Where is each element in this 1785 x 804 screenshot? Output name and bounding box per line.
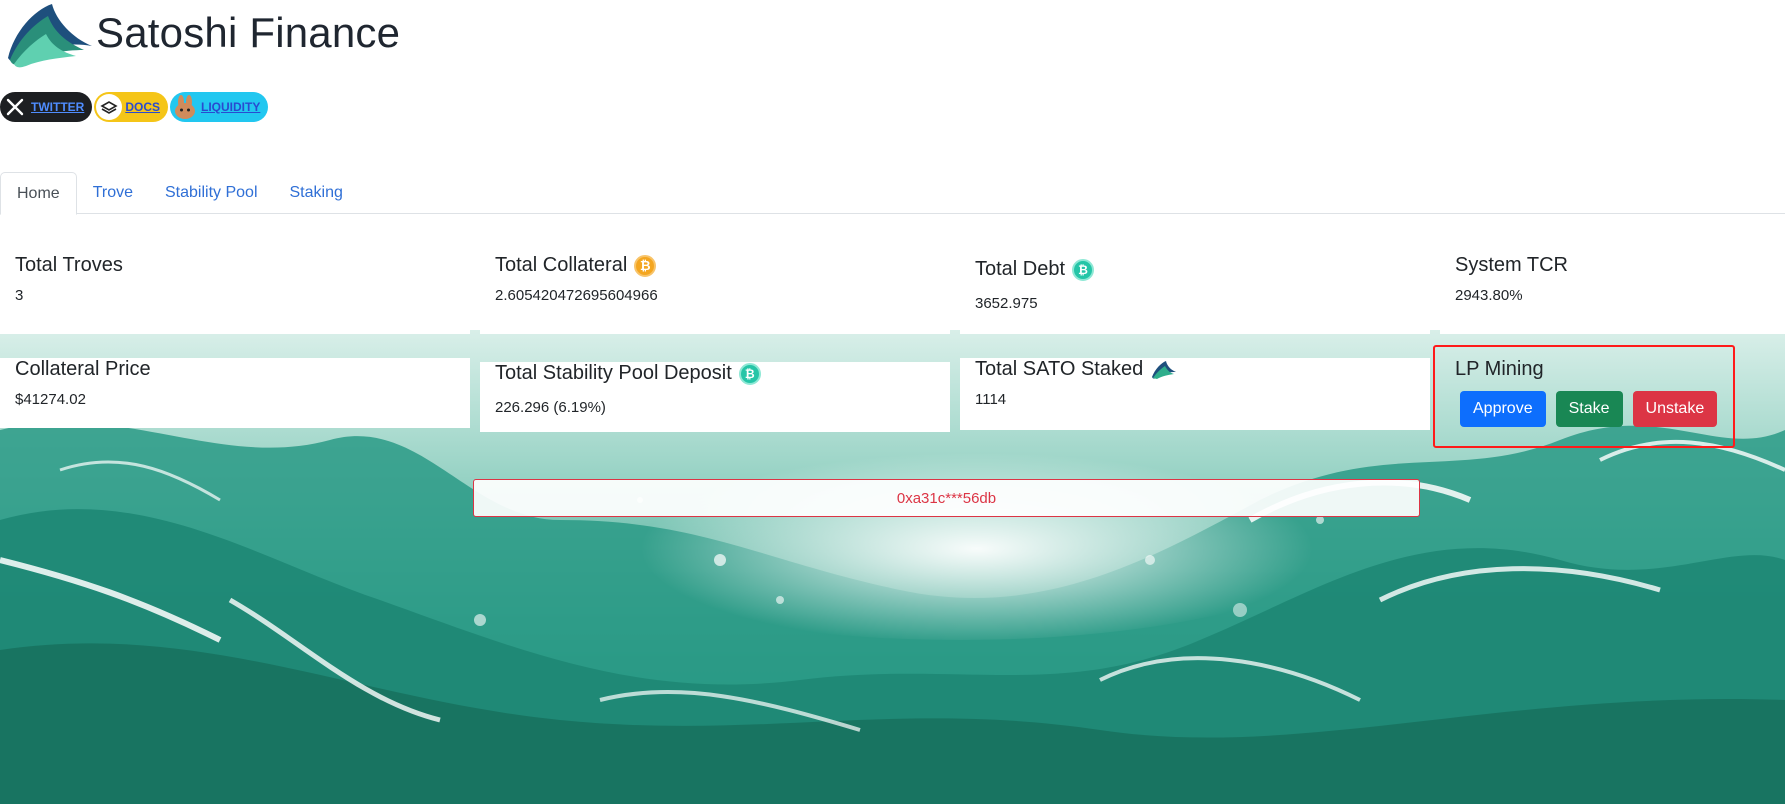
bitcoin-coin-icon: ₿ [634,254,657,277]
social-links: TWITTER DOCS LIQUIDITY [0,92,269,122]
x-logo-icon [2,94,28,120]
stat-system-tcr: System TCR 2943.80% [1440,254,1785,334]
stat-title: Total Stability Pool Deposit [495,362,732,384]
twitter-link[interactable]: TWITTER [0,92,93,122]
stat-title: Total Collateral [495,254,628,276]
pancakeswap-bunny-icon [172,94,198,120]
stat-value: 1114 [975,391,1007,408]
stat-value: 2943.80% [1455,287,1523,304]
tab-staking[interactable]: Staking [274,172,359,214]
satoshi-finance-logo-icon [8,4,92,68]
stat-value: 226.296 (6.19%) [495,399,606,416]
tab-home[interactable]: Home [0,172,77,215]
stat-title: Total Troves [15,254,123,276]
stat-title: Total SATO Staked [975,358,1144,380]
tab-trove[interactable]: Trove [77,172,149,214]
lp-mining-section: LP Mining Approve Stake Unstake [1440,358,1732,444]
stat-value: 3 [15,287,24,304]
stat-value: 3652.975 [975,295,1038,312]
liquidity-label: LIQUIDITY [201,100,261,114]
sat-stablecoin-icon: ₿ [1072,258,1095,281]
liquidity-link[interactable]: LIQUIDITY [170,92,269,122]
approve-button[interactable]: Approve [1460,391,1546,427]
stat-value: 2.605420472695604966 [495,287,658,304]
brand: Satoshi Finance [4,2,400,68]
tab-stability-pool[interactable]: Stability Pool [149,172,274,214]
stat-sato-staked: Total SATO Staked 1114 [960,358,1430,430]
wallet-address-button[interactable]: 0xa31c***56db [473,479,1420,517]
stat-collateral-price: Collateral Price $41274.02 [0,358,470,428]
lp-mining-title: LP Mining [1455,358,1544,380]
docs-link[interactable]: DOCS [94,92,168,122]
stat-title: System TCR [1455,254,1568,276]
stat-stability-pool-deposit: Total Stability Pool Deposit ₿ 226.296 (… [480,362,950,432]
sato-logo-icon [1152,360,1177,379]
twitter-label: TWITTER [31,100,85,114]
lp-mining-actions: Approve Stake Unstake [1460,391,1732,427]
stat-total-troves: Total Troves 3 [0,254,470,334]
nav-tabs: Home Trove Stability Pool Staking [0,172,1785,215]
unstake-button[interactable]: Unstake [1632,391,1718,427]
stat-value: $41274.02 [15,391,86,408]
docs-label: DOCS [125,100,160,114]
brand-name: Satoshi Finance [96,9,401,56]
stat-title: Collateral Price [15,358,151,380]
stat-total-collateral: Total Collateral ₿ 2.605420472695604966 [480,254,950,334]
sat-stablecoin-icon: ₿ [738,362,761,385]
stat-title: Total Debt [975,258,1066,280]
stake-button[interactable]: Stake [1555,391,1623,427]
stat-total-debt: Total Debt ₿ 3652.975 [960,258,1430,334]
gitbook-icon [96,94,123,120]
